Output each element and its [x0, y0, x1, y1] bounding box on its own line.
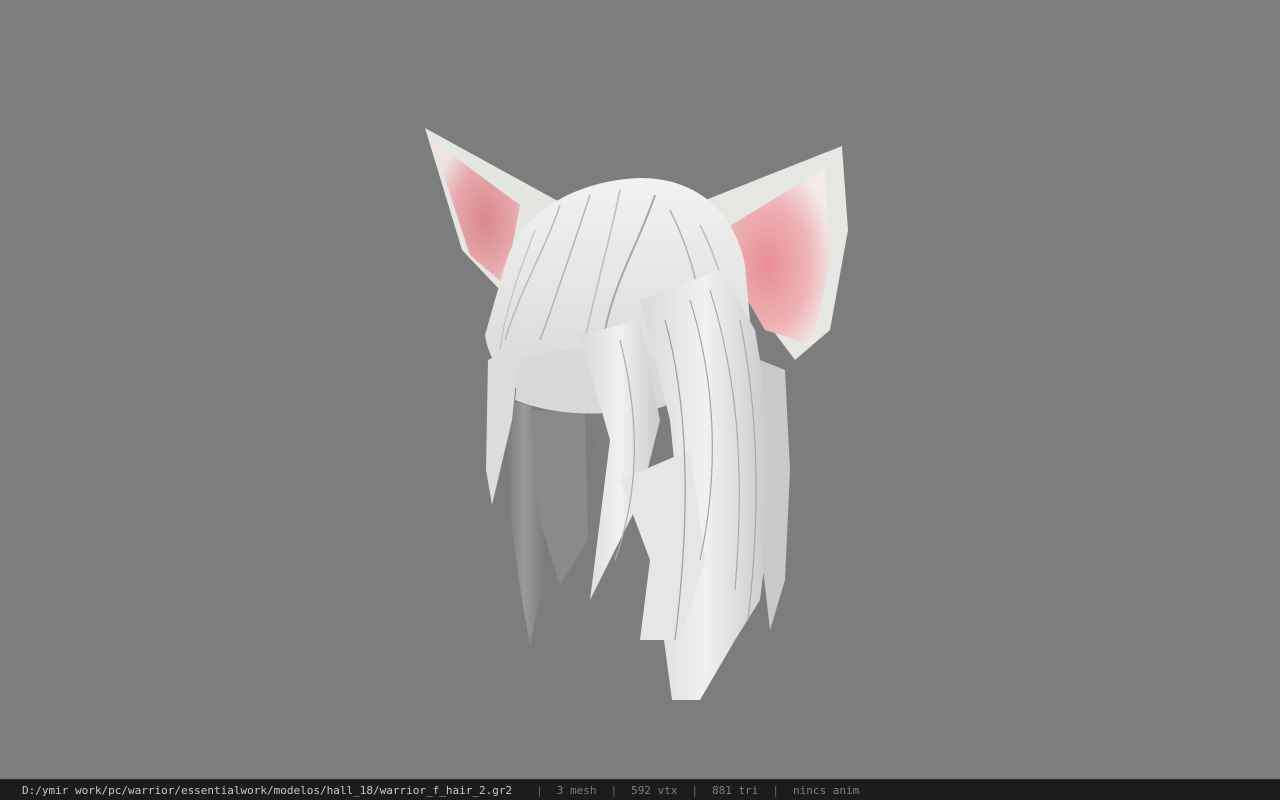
separator: | [536, 783, 543, 797]
mesh-count: 3 mesh [556, 783, 597, 797]
animation-status: nincs anim [793, 783, 860, 797]
separator: | [772, 783, 780, 797]
3d-viewport[interactable] [0, 0, 1280, 779]
separator: | [691, 783, 699, 797]
status-bar: D:/ymir work/pc/warrior/essentialwork/mo… [0, 779, 1280, 800]
file-path: D:/ymir work/pc/warrior/essentialwork/mo… [22, 783, 513, 797]
vertex-count: 592 vtx [631, 783, 678, 797]
hair-model-render[interactable] [0, 0, 1280, 779]
separator: | [610, 783, 618, 797]
triangle-count: 881 tri [712, 783, 759, 797]
